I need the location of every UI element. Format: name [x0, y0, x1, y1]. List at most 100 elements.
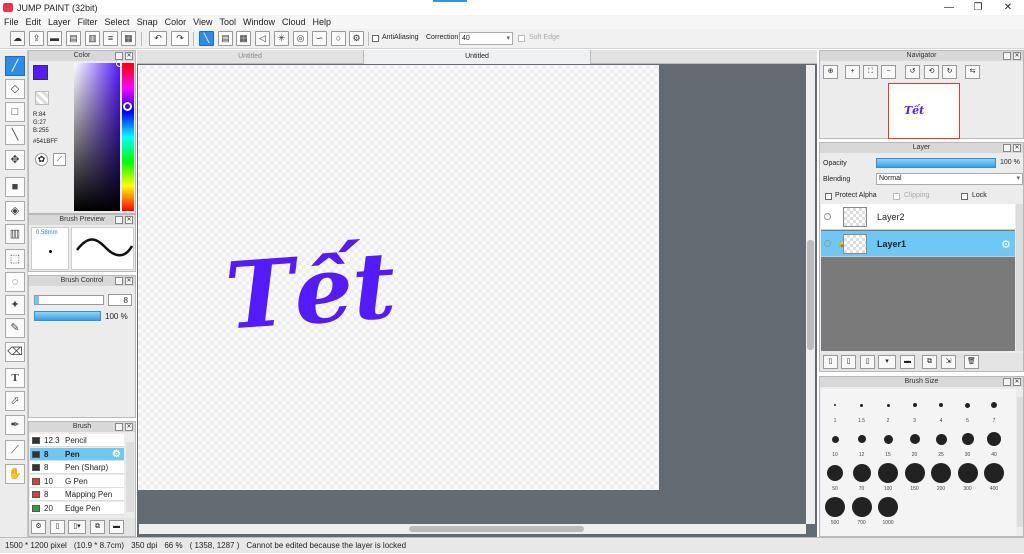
- eyedropper-icon[interactable]: ⟋: [53, 153, 66, 166]
- menu-item-tool[interactable]: Tool: [219, 17, 236, 27]
- brush-size-cell[interactable]: 30: [955, 427, 981, 460]
- menu-item-layer[interactable]: Layer: [48, 17, 71, 27]
- brush-size-cell[interactable]: 4: [928, 393, 954, 426]
- brush-size-cell[interactable]: 500: [822, 495, 848, 528]
- tab-untitled-2[interactable]: Untitled: [364, 50, 591, 64]
- parallel-snap-icon[interactable]: ▤: [218, 31, 233, 46]
- layer-row-layer1[interactable]: 🔒 Layer1 ⚙: [821, 231, 1015, 257]
- brush-size-cell[interactable]: 100: [875, 461, 901, 494]
- cloud-icon[interactable]: ☁: [10, 31, 25, 46]
- navigator-thumbnail[interactable]: Tết: [888, 83, 960, 139]
- panel-float-icon[interactable]: [1003, 52, 1011, 60]
- text-tool-icon[interactable]: T: [5, 368, 25, 388]
- rectangle-tool-icon[interactable]: □: [5, 102, 25, 122]
- brush-size-cell[interactable]: 15: [875, 427, 901, 460]
- brush-size-cell[interactable]: 40: [981, 427, 1007, 460]
- folder-icon[interactable]: ▬: [900, 355, 915, 369]
- menu-item-cloud[interactable]: Cloud: [282, 17, 306, 27]
- concentric-snap-icon[interactable]: ◎: [293, 31, 308, 46]
- brush-item[interactable]: 8 Mapping Pen: [30, 488, 124, 501]
- brush-copy-icon[interactable]: ⧉: [90, 520, 105, 534]
- brush-size-input[interactable]: 8: [108, 294, 132, 306]
- chat-icon[interactable]: ▬: [47, 31, 62, 46]
- brush-folder-icon[interactable]: ▬: [109, 520, 124, 534]
- saturation-value-square[interactable]: [74, 60, 123, 211]
- brush-new-icon[interactable]: ▯: [50, 520, 65, 534]
- menu-item-window[interactable]: Window: [243, 17, 275, 27]
- select-pen-tool-icon[interactable]: ✎: [5, 318, 25, 338]
- panel-close-icon[interactable]: ✕: [125, 277, 133, 285]
- page-icon[interactable]: ▥: [85, 31, 100, 46]
- vertical-scrollbar[interactable]: [806, 65, 815, 524]
- brush-size-cell[interactable]: 1: [822, 393, 848, 426]
- panel-float-icon[interactable]: [115, 216, 123, 224]
- merge-layer-icon[interactable]: ⇲: [941, 355, 956, 369]
- settings-snap-icon[interactable]: ⚙: [349, 31, 364, 46]
- hand-tool-icon[interactable]: ✋: [5, 464, 25, 484]
- maximize-button[interactable]: ❐: [963, 0, 993, 15]
- fit-icon[interactable]: ⛶: [863, 65, 878, 79]
- new-layer-type-icon[interactable]: ▯: [841, 355, 856, 369]
- panel-close-icon[interactable]: ✕: [1013, 144, 1021, 152]
- brush-size-cell[interactable]: 3: [902, 393, 928, 426]
- select-eraser-tool-icon[interactable]: ⌫: [5, 342, 25, 362]
- brush-opacity-slider[interactable]: [34, 311, 101, 321]
- clipping-checkbox[interactable]: [893, 193, 900, 200]
- brush-size-cell[interactable]: 7: [981, 393, 1007, 426]
- panel-float-icon[interactable]: [115, 52, 123, 60]
- brush-list-scrollbar[interactable]: [126, 442, 134, 512]
- gradient-tool-icon[interactable]: ▥: [5, 224, 25, 244]
- menu-item-help[interactable]: Help: [313, 17, 332, 27]
- panel-float-icon[interactable]: [1003, 378, 1011, 386]
- brush-size-cell[interactable]: 5: [955, 393, 981, 426]
- brush-size-cell[interactable]: 300: [955, 461, 981, 494]
- flip-icon[interactable]: ⇆: [965, 65, 980, 79]
- brush-size-cell[interactable]: 1000: [875, 495, 901, 528]
- brush-settings-icon[interactable]: ⚙: [31, 520, 46, 534]
- curve-snap-icon[interactable]: ∽: [312, 31, 327, 46]
- grid-edit-icon[interactable]: ▦: [121, 31, 136, 46]
- doc-icon[interactable]: ▤: [66, 31, 81, 46]
- visibility-icon[interactable]: [824, 240, 831, 247]
- vertical-scroll-thumb[interactable]: [807, 240, 814, 350]
- brush-size-cell[interactable]: 20: [902, 427, 928, 460]
- redo-icon[interactable]: ↷: [171, 31, 189, 46]
- operation-tool-icon[interactable]: ⬀: [5, 391, 25, 411]
- eraser-tool-icon[interactable]: ◇: [5, 79, 25, 99]
- move-tool-icon[interactable]: ✥: [5, 150, 25, 170]
- list-icon[interactable]: ≡: [103, 31, 118, 46]
- palette-icon[interactable]: ✿: [35, 153, 48, 166]
- undo-icon[interactable]: ↶: [149, 31, 167, 46]
- brush-settings-icon[interactable]: ⚙: [112, 448, 121, 461]
- new-layer-folder-icon[interactable]: ▯: [860, 355, 875, 369]
- brush-size-cell[interactable]: 50: [822, 461, 848, 494]
- rect-select-tool-icon[interactable]: ⬚: [5, 249, 25, 269]
- protect-alpha-checkbox[interactable]: [825, 193, 832, 200]
- brush-tool-icon[interactable]: ╱: [5, 56, 25, 76]
- layer-opacity-slider[interactable]: [876, 158, 996, 168]
- brush-item[interactable]: 10 G Pen: [30, 474, 124, 488]
- duplicate-layer-icon[interactable]: ⧉: [922, 355, 937, 369]
- document-canvas[interactable]: Tết: [138, 65, 659, 490]
- panel-float-icon[interactable]: [1003, 144, 1011, 152]
- main-color-swatch[interactable]: [33, 65, 48, 80]
- lock-checkbox[interactable]: [961, 193, 968, 200]
- rotate-left-icon[interactable]: ↺: [905, 65, 920, 79]
- menu-item-color[interactable]: Color: [165, 17, 187, 27]
- visibility-icon[interactable]: [824, 213, 831, 220]
- export-icon[interactable]: ⇪: [29, 31, 44, 46]
- brush-size-cell[interactable]: 700: [849, 495, 875, 528]
- pen-tool-icon[interactable]: ✒: [5, 415, 25, 435]
- circle-snap-icon[interactable]: ○: [331, 31, 346, 46]
- brush-new-menu-icon[interactable]: ▯▾: [68, 520, 86, 534]
- snap-off-icon[interactable]: ╲: [199, 31, 214, 46]
- rotate-reset-icon[interactable]: ⟲: [924, 65, 939, 79]
- panel-close-icon[interactable]: ✕: [125, 52, 133, 60]
- menu-item-select[interactable]: Select: [105, 17, 130, 27]
- brush-size-cell[interactable]: 150: [902, 461, 928, 494]
- panel-float-icon[interactable]: [115, 423, 123, 431]
- panel-close-icon[interactable]: ✕: [1013, 378, 1021, 386]
- blending-select[interactable]: Normal ▾: [876, 173, 1023, 185]
- brush-size-cell[interactable]: 25: [928, 427, 954, 460]
- lasso-tool-icon[interactable]: ◌: [5, 272, 25, 292]
